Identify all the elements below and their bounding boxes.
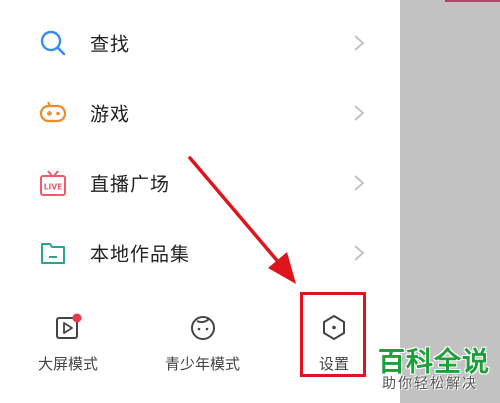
menu-item-games[interactable]: 游戏	[0, 78, 400, 148]
top-accent-line	[445, 0, 500, 2]
search-icon	[40, 30, 66, 56]
live-tv-icon: LIVE	[40, 170, 66, 196]
menu-item-label: 游戏	[90, 103, 131, 126]
menu-item-local-works[interactable]: 本地作品集	[0, 218, 400, 288]
chevron-right-icon	[354, 245, 365, 261]
notification-dot	[72, 313, 82, 323]
child-face-icon	[190, 316, 215, 340]
watermark: 百科全说 助你轻松解决	[372, 340, 496, 398]
menu-item-label: 本地作品集	[90, 243, 191, 266]
menu-item-label: 查找	[90, 33, 131, 56]
teen-mode-label: 青少年模式	[164, 355, 240, 373]
big-screen-mode-button[interactable]: 大屏模式	[23, 305, 113, 385]
watermark-subtitle: 助你轻松解决	[382, 376, 478, 392]
svg-text:LIVE: LIVE	[44, 183, 63, 192]
big-screen-icon	[56, 313, 82, 339]
big-screen-mode-label: 大屏模式	[37, 355, 98, 373]
teen-mode-button[interactable]: 青少年模式	[155, 305, 250, 385]
menu-item-label: 直播广场	[90, 173, 171, 196]
chevron-right-icon	[354, 175, 365, 191]
settings-highlight-box	[300, 292, 366, 377]
folder-icon	[41, 243, 65, 264]
chevron-right-icon	[354, 35, 365, 51]
chevron-right-icon	[354, 105, 365, 121]
menu-item-live-square[interactable]: LIVE 直播广场	[0, 148, 400, 218]
gamepad-icon	[39, 101, 67, 123]
menu-item-search[interactable]: 查找	[0, 8, 400, 78]
